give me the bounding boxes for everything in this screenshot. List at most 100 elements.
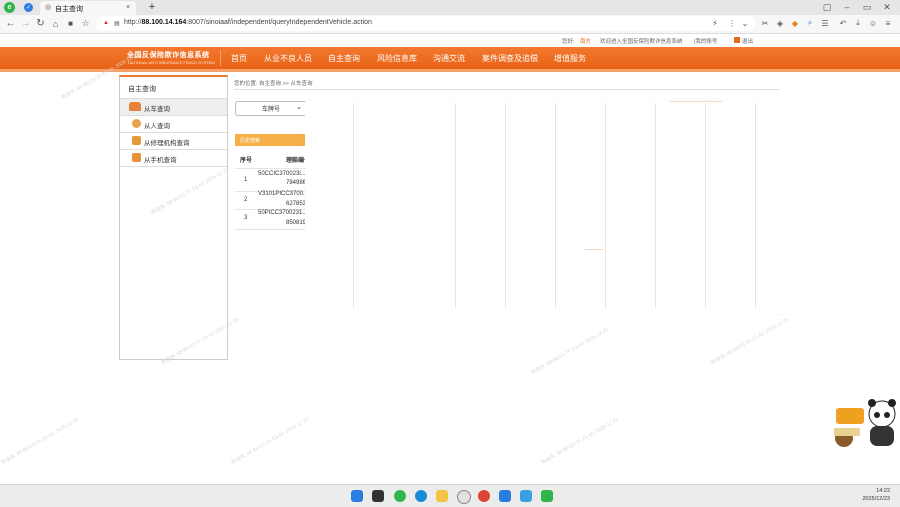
menu-icon[interactable]: ≡: [883, 18, 893, 28]
history-header: 历史搜索: [235, 134, 305, 146]
site-logo-subtitle: NATIONAL ANTI INSURANCE FRAUD SYSTEM: [128, 60, 215, 65]
phone-icon: [132, 153, 141, 162]
greeting-text: 您好:: [562, 39, 575, 45]
nav-home[interactable]: 首页: [231, 53, 247, 64]
car-icon: [129, 102, 141, 111]
taskbar-date[interactable]: 2025/12/23: [862, 496, 890, 502]
site-info-icon[interactable]: ▤: [113, 19, 121, 27]
row-no: 2: [244, 197, 248, 203]
sidebar-title: 自主查询: [128, 86, 156, 93]
search-icon[interactable]: ⌕: [805, 18, 815, 28]
breadcrumb-divider: [234, 89, 780, 90]
logout-link[interactable]: 退出: [742, 37, 753, 45]
table-row[interactable]: 3 50PICC3700231... 850819: [235, 209, 308, 229]
undo-icon[interactable]: ↶: [838, 18, 848, 28]
app-icon[interactable]: [520, 490, 532, 502]
sidebar-item-by-phone[interactable]: 从手机查询: [120, 149, 227, 167]
nav-case-investigation[interactable]: 案件调查及追偿: [482, 53, 538, 64]
close-tab-icon[interactable]: ×: [124, 3, 132, 11]
nav-bad-personnel[interactable]: 从业不良人员: [264, 53, 312, 64]
reload-icon[interactable]: ↻: [35, 18, 46, 29]
nav-self-query[interactable]: 自主查询: [328, 53, 360, 64]
taskbar-time[interactable]: 14:22: [876, 488, 890, 494]
overlay-grid-line: [353, 103, 354, 308]
sidebar-item-label: 从手机查询: [144, 157, 177, 164]
overlay-mark: [670, 101, 722, 102]
active-tab[interactable]: ◎ 自主查询 ×: [40, 1, 136, 15]
globe-icon: ◎: [44, 4, 52, 11]
chevron-down-icon[interactable]: ⌄: [740, 18, 750, 28]
site-top-info-bar: 您好: 南方 欢迎进入全国反保险欺诈信息系统 |我的账号 退出: [0, 34, 900, 48]
overlay-grid-line: [655, 103, 656, 308]
repair-shop-icon: [132, 136, 141, 145]
lightning-icon[interactable]: ⚡: [710, 18, 720, 28]
overlay-grid-line: [755, 103, 756, 308]
table-row[interactable]: 1 50CCIC370023l... 784986: [235, 169, 306, 191]
user-name: 南方: [580, 39, 592, 45]
site-logo-text: 全国反保险欺诈信息系统: [127, 52, 210, 59]
url-field[interactable]: ▲ ▤ http://88.100.14.164:8007/sinoiaaf/i…: [96, 16, 756, 31]
tab-list-icon[interactable]: ▢: [822, 2, 832, 12]
chrome-icon[interactable]: [478, 490, 490, 502]
pinned-tab-icon[interactable]: ✓: [24, 3, 33, 12]
bookmark-icon[interactable]: ◈: [775, 18, 785, 28]
overlay-grid-line: [605, 103, 606, 308]
my-account-link[interactable]: |我的账号: [694, 37, 717, 45]
sidebar-item-by-vehicle[interactable]: 从车查询: [120, 98, 227, 115]
file-explorer-icon[interactable]: [436, 490, 448, 502]
search-app-icon[interactable]: [457, 490, 471, 504]
table-row[interactable]: 2 V3101PICC3700... 627853: [235, 191, 308, 210]
app-icon[interactable]: [499, 490, 511, 502]
row-no: 3: [244, 215, 248, 221]
browser-taskbar-icon[interactable]: [394, 490, 406, 502]
scissors-icon[interactable]: ✂: [760, 18, 770, 28]
history-title: 历史搜索: [240, 138, 261, 144]
address-bar-row: ← → ↻ ⌂ ■ ☆ ▲ ▤ http://88.100.14.164:800…: [0, 15, 900, 34]
edge-icon[interactable]: [415, 490, 427, 502]
grid-icon[interactable]: ⋮: [727, 18, 737, 28]
sidebar-item-label: 从人查询: [144, 123, 170, 130]
chevron-down-icon: ⌄: [296, 104, 302, 111]
favorite-icon[interactable]: ☆: [80, 18, 91, 29]
query-type-value: 车牌号: [262, 107, 281, 113]
start-icon[interactable]: [351, 490, 363, 502]
header-accent-strip: [0, 69, 900, 72]
download-icon[interactable]: ⤓: [853, 18, 863, 28]
maximize-icon[interactable]: ▭: [862, 2, 872, 12]
collections-icon[interactable]: ☰: [820, 18, 830, 28]
not-secure-icon: ▲: [103, 20, 109, 26]
sidebar-item-label: 从修理机构查询: [144, 140, 190, 147]
overlay-mark: [305, 101, 306, 102]
browser-logo-icon: e: [4, 2, 15, 13]
game-icon[interactable]: ◆: [790, 18, 800, 28]
watermark: 陈佳禾, 88-88-03-7F-23-40, 2025-12-23: [540, 416, 620, 467]
claim-id-suffix: 627853: [286, 201, 307, 207]
task-view-icon[interactable]: [372, 490, 384, 502]
nav-value-added[interactable]: 增值服务: [554, 53, 586, 64]
nav-communication[interactable]: 沟通交流: [433, 53, 465, 64]
home-icon[interactable]: ⌂: [50, 18, 61, 29]
nav-risk-database[interactable]: 风险信息库: [377, 53, 417, 64]
sidebar-item-by-repair-shop[interactable]: 从修理机构查询: [120, 132, 227, 149]
logout-icon: [734, 37, 740, 43]
profile-icon[interactable]: ☺: [868, 18, 878, 28]
back-icon[interactable]: ←: [5, 18, 16, 29]
minimize-icon[interactable]: –: [842, 2, 852, 12]
forward-icon[interactable]: →: [20, 18, 31, 29]
sidebar-item-by-person[interactable]: 从人查询: [120, 115, 227, 132]
blank-overlay-panel: [305, 101, 831, 314]
watermark: 陈佳禾, 88-88-03-7F-23-40, 2025-12-23: [530, 326, 610, 377]
windows-taskbar: 14:22 2025/12/23: [0, 484, 900, 507]
claim-id-suffix: 850819: [286, 220, 307, 226]
row-divider: [235, 229, 305, 230]
overlay-mark: [585, 249, 603, 250]
new-tab-icon[interactable]: +: [146, 1, 158, 13]
wechat-icon[interactable]: [541, 490, 553, 502]
tab-title: 自主查询: [55, 6, 83, 13]
claim-id: 50PICC3700231...: [258, 210, 308, 216]
overlay-grid-line: [555, 103, 556, 308]
extension-icon[interactable]: ■: [65, 18, 76, 29]
query-type-select[interactable]: 车牌号 ⌄: [235, 101, 307, 116]
close-window-icon[interactable]: ✕: [882, 2, 892, 12]
row-no: 1: [244, 177, 248, 183]
